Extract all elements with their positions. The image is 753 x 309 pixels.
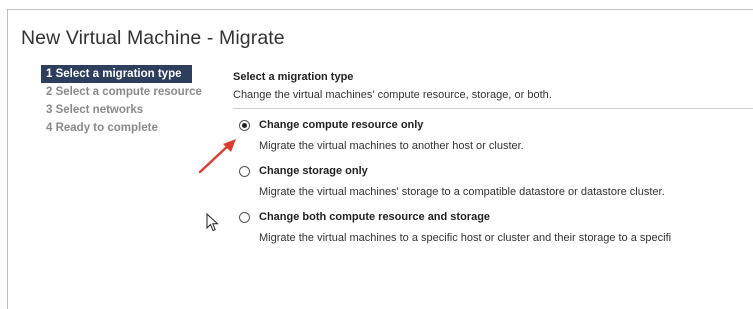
option-label[interactable]: Change both compute resource and storage <box>259 211 490 223</box>
wizard-step-select-networks[interactable]: 3 Select networks <box>41 101 223 119</box>
section-subheading: Change the virtual machines' compute res… <box>233 89 552 101</box>
dialog-title: New Virtual Machine - Migrate <box>21 27 285 49</box>
mouse-cursor-icon <box>206 213 219 232</box>
migration-option-compute[interactable]: Change compute resource only Migrate the… <box>233 119 753 159</box>
migration-option-storage[interactable]: Change storage only Migrate the virtual … <box>233 165 753 205</box>
section-heading: Select a migration type <box>233 71 354 83</box>
wizard-steps: 1 Select a migration type 2 Select a com… <box>41 65 223 137</box>
wizard-step-select-compute-resource[interactable]: 2 Select a compute resource <box>41 83 223 101</box>
radio-storage-only[interactable] <box>239 166 250 177</box>
migration-option-both[interactable]: Change both compute resource and storage… <box>233 211 753 251</box>
option-description: Migrate the virtual machines to a specif… <box>259 232 672 244</box>
divider <box>233 108 753 109</box>
red-arrow-icon <box>198 139 236 174</box>
option-label[interactable]: Change compute resource only <box>259 119 423 131</box>
option-label[interactable]: Change storage only <box>259 165 368 177</box>
option-description: Migrate the virtual machines to another … <box>259 140 524 152</box>
wizard-step-select-migration-type[interactable]: 1 Select a migration type <box>41 65 192 83</box>
radio-compute-resource-only[interactable] <box>239 120 250 131</box>
option-description: Migrate the virtual machines' storage to… <box>259 186 665 198</box>
wizard-step-ready-to-complete[interactable]: 4 Ready to complete <box>41 119 223 137</box>
radio-compute-and-storage[interactable] <box>239 212 250 223</box>
step-content: Select a migration type Change the virtu… <box>233 71 753 251</box>
